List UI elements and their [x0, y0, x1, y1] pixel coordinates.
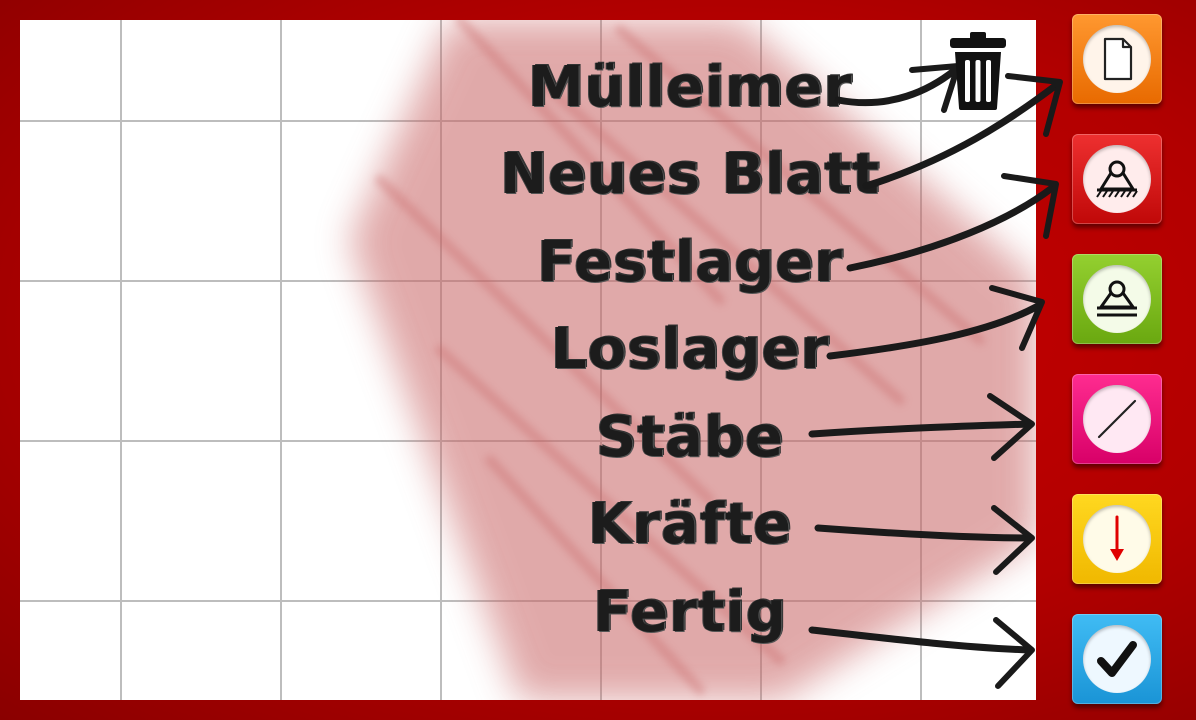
forces-button[interactable]	[1072, 494, 1162, 584]
fixed-support-button[interactable]	[1072, 134, 1162, 224]
roller-support-button[interactable]	[1072, 254, 1162, 344]
roller-support-icon	[1097, 280, 1137, 317]
bars-button[interactable]	[1072, 374, 1162, 464]
fixed-support-icon	[1096, 160, 1138, 198]
hint-label-fixed-support: Festlager	[537, 230, 843, 295]
done-button[interactable]	[1072, 614, 1162, 704]
hint-label-done: Fertig	[593, 580, 787, 645]
hint-label-new-sheet: Neues Blatt	[500, 142, 880, 207]
checkmark-icon	[1097, 641, 1137, 677]
trash-icon	[950, 32, 1006, 110]
drawing-canvas[interactable]	[20, 20, 1036, 700]
trash-button[interactable]	[946, 30, 1010, 112]
force-arrow-icon	[1110, 515, 1124, 561]
hint-label-bars: Stäbe	[596, 405, 784, 470]
hint-label-trash: Mülleimer	[527, 55, 853, 120]
document-icon	[1103, 37, 1133, 81]
brush-smear-overlay	[350, 20, 1036, 700]
bar-line-icon	[1097, 399, 1137, 439]
hint-label-roller-support: Loslager	[550, 317, 830, 382]
new-sheet-button[interactable]	[1072, 14, 1162, 104]
hint-label-forces: Kräfte	[588, 492, 792, 557]
